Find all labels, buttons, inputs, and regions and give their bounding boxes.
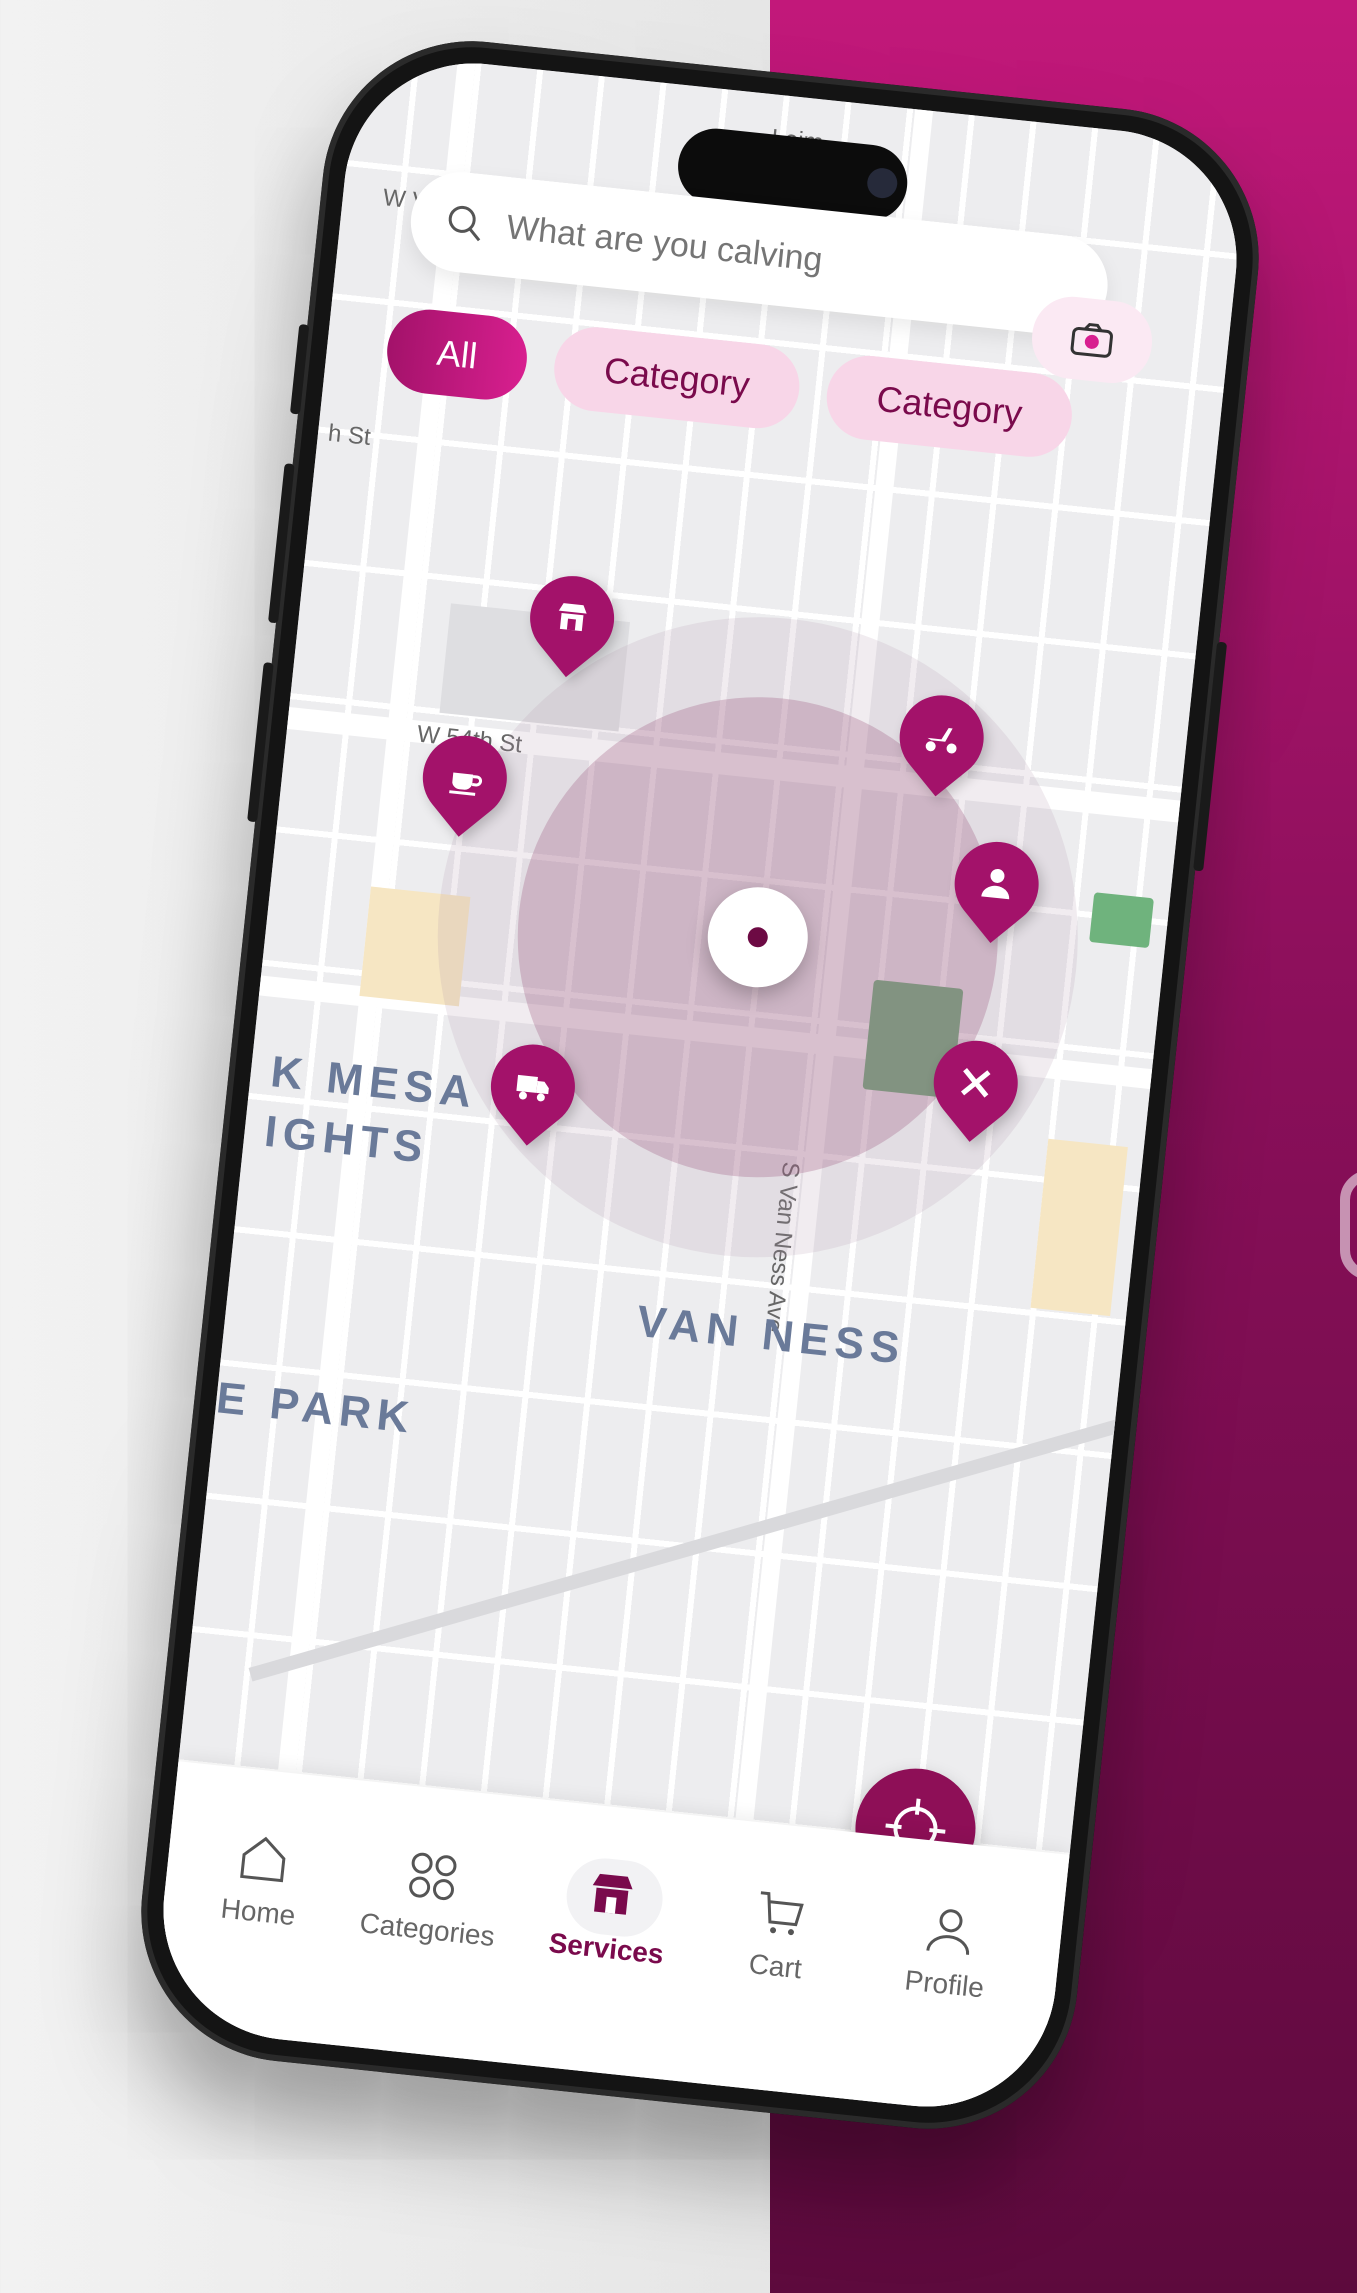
tab-services[interactable]: Services bbox=[530, 1854, 689, 1973]
tab-label: Profile bbox=[903, 1964, 986, 2004]
tab-home[interactable]: Home bbox=[182, 1823, 341, 1936]
map-block bbox=[1030, 1138, 1128, 1317]
tab-profile[interactable]: Profile bbox=[868, 1895, 1027, 2008]
search-icon bbox=[448, 205, 481, 242]
scooter-icon bbox=[925, 728, 957, 754]
map-park bbox=[1089, 892, 1154, 949]
store-icon bbox=[558, 603, 587, 632]
home-icon bbox=[240, 1836, 286, 1883]
truck-icon bbox=[516, 1074, 549, 1102]
phone: W Vernon Ave Leim h St W 54th St S Van N… bbox=[126, 26, 1274, 2144]
stage: W Vernon Ave Leim h St W 54th St S Van N… bbox=[60, 26, 1320, 2240]
coffee-icon bbox=[449, 772, 483, 796]
user-icon bbox=[926, 1909, 970, 1955]
area-label: K MESA bbox=[268, 1047, 480, 1118]
person-icon bbox=[981, 868, 1010, 900]
tab-label: Categories bbox=[358, 1907, 497, 1953]
grid-icon bbox=[409, 1852, 457, 1901]
area-label: E PARK bbox=[214, 1373, 418, 1443]
background-glyph bbox=[1340, 1170, 1357, 1280]
utensils-icon bbox=[960, 1068, 991, 1098]
tab-cart[interactable]: Cart bbox=[699, 1877, 858, 1990]
cart-icon bbox=[760, 1891, 804, 1936]
tab-label: Home bbox=[219, 1892, 297, 1932]
tab-categories[interactable]: Categories bbox=[351, 1841, 510, 1954]
chip-all[interactable]: All bbox=[383, 305, 532, 404]
store-icon bbox=[592, 1873, 633, 1915]
camera-icon bbox=[1070, 322, 1113, 358]
tab-label: Cart bbox=[747, 1948, 804, 1985]
street-label: h St bbox=[326, 419, 372, 451]
tab-label: Services bbox=[547, 1926, 666, 1970]
area-label: IGHTS bbox=[262, 1106, 431, 1173]
